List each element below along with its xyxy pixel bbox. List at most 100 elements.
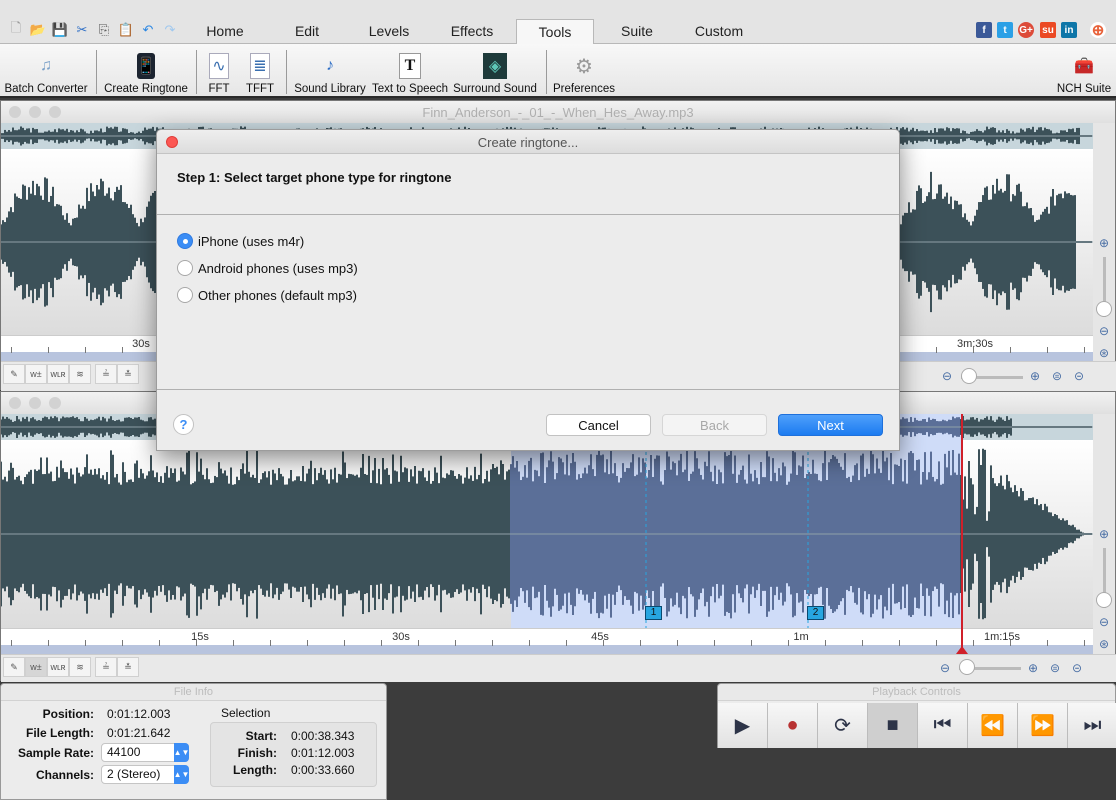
spectrum-alt-icon[interactable]: ≛ xyxy=(117,657,139,677)
selection-finish-label: Finish: xyxy=(237,746,277,760)
facebook-icon[interactable]: f xyxy=(976,22,992,38)
vertical-zoom-in-icon[interactable]: ⊕ xyxy=(1094,233,1114,253)
left-right-channel-icon[interactable]: ᴡʟʀ xyxy=(47,364,69,384)
pencil-tool-icon[interactable]: ✎ xyxy=(3,364,25,384)
new-file-icon[interactable]: 🗋 xyxy=(8,20,24,38)
playhead-marker-icon[interactable] xyxy=(956,646,968,654)
zoom-in-icon[interactable]: ⊕ xyxy=(1025,366,1045,386)
zoom-selection-icon[interactable]: ⊜ xyxy=(1045,658,1065,678)
cut-icon[interactable]: ✂ xyxy=(74,22,90,38)
fft-button[interactable]: ∿ FFT xyxy=(204,48,234,98)
tab-home[interactable]: Home xyxy=(190,19,260,44)
dialog-step-heading: Step 1: Select target phone type for rin… xyxy=(177,170,452,185)
text-to-speech-button[interactable]: T Text to Speech xyxy=(370,48,450,98)
open-folder-icon[interactable]: 📂 xyxy=(30,22,46,38)
help-button[interactable]: ? xyxy=(173,414,194,435)
marker-1[interactable]: 1 xyxy=(645,606,662,620)
waveform-view[interactable]: 1 2 xyxy=(1,440,1093,628)
fast-forward-button[interactable]: ⏩ xyxy=(1018,703,1068,748)
file-info-header: File Info xyxy=(1,684,386,701)
channels-select[interactable]: 2 (Stereo) ▲▼ xyxy=(101,765,189,784)
marker-2[interactable]: 2 xyxy=(807,606,824,620)
save-icon[interactable]: 💾 xyxy=(52,22,68,38)
vertical-zoom-fit-icon[interactable]: ⊛ xyxy=(1094,343,1114,363)
both-channels-icon[interactable]: ᴡ± xyxy=(25,657,47,677)
window-minimize-icon[interactable] xyxy=(29,397,41,409)
tab-levels[interactable]: Levels xyxy=(354,19,424,44)
tab-tools[interactable]: Tools xyxy=(516,19,594,45)
next-button[interactable]: Next xyxy=(778,414,883,436)
spectrum-icon[interactable]: ≟ xyxy=(95,364,117,384)
vertical-zoom-out-icon[interactable]: ⊖ xyxy=(1094,321,1114,341)
vertical-zoom-panel: ⊕ ⊖ ⊛ xyxy=(1093,414,1115,654)
help-lifebuoy-icon[interactable]: ⊕ xyxy=(1090,22,1106,39)
zoom-out-icon[interactable]: ⊖ xyxy=(937,366,957,386)
radio-button[interactable] xyxy=(177,287,193,303)
split-channels-icon[interactable]: ≋ xyxy=(69,364,91,384)
create-ringtone-button[interactable]: 📱 Create Ringtone xyxy=(102,48,190,98)
split-channels-icon[interactable]: ≋ xyxy=(69,657,91,677)
ruler-tick xyxy=(48,347,49,353)
vertical-zoom-in-icon[interactable]: ⊕ xyxy=(1094,524,1114,544)
preferences-button[interactable]: ⚙ Preferences xyxy=(552,48,616,98)
zoom-selection-icon[interactable]: ⊜ xyxy=(1047,366,1067,386)
zoom-fit-icon[interactable]: ⊝ xyxy=(1067,658,1087,678)
vertical-zoom-fit-icon[interactable]: ⊛ xyxy=(1094,634,1114,654)
nch-suite-button[interactable]: 🧰 NCH Suite xyxy=(1054,48,1114,98)
rewind-button[interactable]: ⏪ xyxy=(968,703,1018,748)
radio-button[interactable] xyxy=(177,260,193,276)
spectrum-icon[interactable]: ≟ xyxy=(95,657,117,677)
radio-android[interactable]: Android phones (uses mp3) xyxy=(177,260,358,276)
tab-edit[interactable]: Edit xyxy=(272,19,342,44)
paste-icon[interactable]: 📋 xyxy=(118,22,134,38)
both-channels-icon[interactable]: ᴡ± xyxy=(25,364,47,384)
sample-rate-select[interactable]: 44100 ▲▼ xyxy=(101,743,189,762)
batch-converter-button[interactable]: ♫ Batch Converter xyxy=(2,48,90,98)
radio-iphone[interactable]: iPhone (uses m4r) xyxy=(177,233,304,249)
tab-suite[interactable]: Suite xyxy=(602,19,672,44)
spectrum-alt-icon[interactable]: ≛ xyxy=(117,364,139,384)
zoom-out-icon[interactable]: ⊖ xyxy=(935,658,955,678)
ruler-tick xyxy=(677,640,678,646)
vertical-zoom-out-icon[interactable]: ⊖ xyxy=(1094,612,1114,632)
cancel-button[interactable]: Cancel xyxy=(546,414,651,436)
position-label: Position: xyxy=(42,707,94,721)
skip-end-button[interactable]: ⏭ xyxy=(1068,703,1116,748)
left-right-channel-icon[interactable]: ᴡʟʀ xyxy=(47,657,69,677)
linkedin-icon[interactable]: in xyxy=(1061,22,1077,38)
twitter-icon[interactable]: t xyxy=(997,22,1013,38)
surround-sound-button[interactable]: ◈ Surround Sound xyxy=(452,48,538,98)
ruler-label: 30s xyxy=(392,631,410,643)
sound-library-button[interactable]: ♪ Sound Library xyxy=(292,48,368,98)
radio-other-phones[interactable]: Other phones (default mp3) xyxy=(177,287,357,303)
select-stepper-icon: ▲▼ xyxy=(174,743,189,762)
tab-custom[interactable]: Custom xyxy=(684,19,754,44)
stumbleupon-icon[interactable]: su xyxy=(1040,22,1056,38)
zoom-fit-icon[interactable]: ⊝ xyxy=(1069,366,1089,386)
zoom-in-icon[interactable]: ⊕ xyxy=(1023,658,1043,678)
google-plus-icon[interactable]: G+ xyxy=(1018,22,1034,38)
vertical-zoom-thumb[interactable] xyxy=(1096,301,1112,317)
ruler-tick xyxy=(122,347,123,353)
play-button[interactable]: ▶ xyxy=(718,703,768,748)
zoom-slider-thumb[interactable] xyxy=(959,659,975,675)
preferences-label: Preferences xyxy=(552,83,615,95)
window-zoom-icon[interactable] xyxy=(49,397,61,409)
stop-button[interactable]: ■ xyxy=(868,703,918,748)
undo-icon[interactable]: ↶ xyxy=(140,22,156,38)
zoom-slider-thumb[interactable] xyxy=(961,368,977,384)
window-close-icon[interactable] xyxy=(9,397,21,409)
timeline-ruler[interactable]: 15s 30s 45s 1m 1m:15s xyxy=(1,628,1093,654)
tab-effects[interactable]: Effects xyxy=(436,19,508,44)
pencil-tool-icon[interactable]: ✎ xyxy=(3,657,25,677)
editor-file-title: Finn_Anderson_-_01_-_When_Hes_Away.mp3 xyxy=(422,105,694,120)
tfft-button[interactable]: ≣ TFFT xyxy=(243,48,277,98)
copy-icon[interactable]: ⎘ xyxy=(96,22,112,38)
vertical-zoom-thumb[interactable] xyxy=(1096,592,1112,608)
record-button[interactable]: ● xyxy=(768,703,818,748)
playhead-cursor[interactable] xyxy=(961,414,963,654)
redo-icon[interactable]: ↷ xyxy=(162,22,178,38)
loop-button[interactable]: ⟳ xyxy=(818,703,868,748)
skip-start-button[interactable]: ⏮ xyxy=(918,703,968,748)
radio-button-selected[interactable] xyxy=(177,233,193,249)
